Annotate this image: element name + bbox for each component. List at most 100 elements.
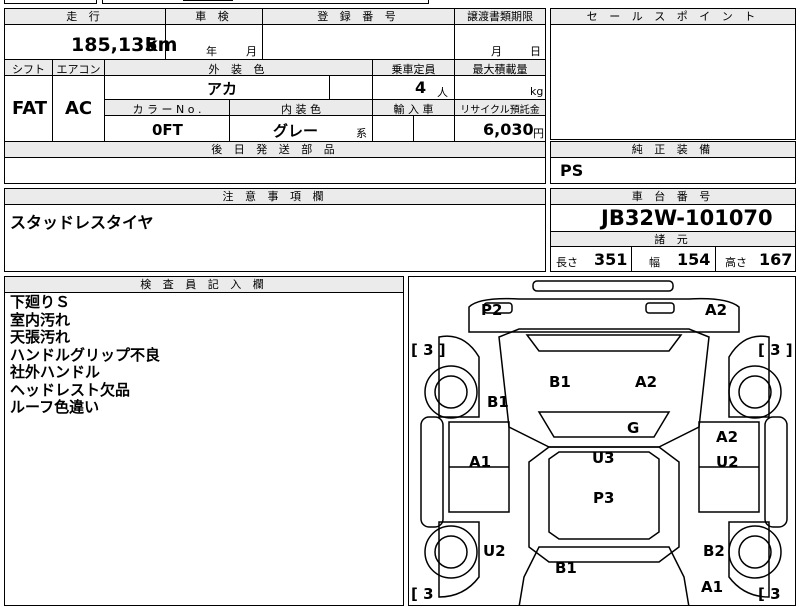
genuine-equipment-header: 純 正 装 備 xyxy=(551,142,795,158)
caution-text: スタッドレスタイヤ xyxy=(10,213,154,232)
ac-cell: AC xyxy=(53,76,105,142)
chassis-number-value: JB32W-101070 xyxy=(601,206,773,230)
top-strip-cell xyxy=(102,0,429,4)
max-load-cell: kg xyxy=(455,76,545,100)
inspector-note: 天張汚れ xyxy=(10,328,71,346)
front-light-right xyxy=(645,302,675,314)
damage-mark: A2 xyxy=(716,428,738,446)
spec-height-value: 167 xyxy=(759,250,793,269)
damage-mark: U2 xyxy=(483,542,506,560)
interior-color-suffix: 系 xyxy=(356,127,367,140)
transfer-month-unit: 月 xyxy=(491,45,502,58)
tire-tread-rear-right: [ 3 xyxy=(758,585,781,603)
inspector-notes-box: 検 査 員 記 入 欄 下廻りＳ 室内汚れ 天張汚れ ハンドルグリップ不良 社外… xyxy=(4,276,404,606)
inspector-note: ハンドルグリップ不良 xyxy=(10,345,161,364)
top-strip-cell xyxy=(4,0,97,4)
spec-width-cell: 幅 154 xyxy=(632,247,716,271)
tire-tread-front-left: [ 3 ] xyxy=(411,341,446,359)
damage-mark: G xyxy=(627,419,639,437)
interior-color-value: グレー xyxy=(273,122,319,140)
damage-mark: A2 xyxy=(635,373,657,391)
mileage-cell: 185,135 km xyxy=(5,25,177,60)
damage-mark: B2 xyxy=(703,542,725,560)
tire-rear-right-rim xyxy=(738,535,772,569)
tire-front-left-rim xyxy=(434,375,468,409)
left-side-strip xyxy=(420,416,444,528)
specs-header: 諸 元 xyxy=(551,231,795,247)
inspection-header: 車 検 xyxy=(166,9,263,25)
chassis-number-header: 車 台 番 号 xyxy=(551,189,795,205)
damage-mark: P3 xyxy=(593,489,614,507)
tire-front-left xyxy=(424,365,478,419)
tire-rear-left xyxy=(424,525,478,579)
max-load-header: 最大積載量 xyxy=(455,60,545,76)
import-cell-right xyxy=(414,116,455,142)
import-header: 輸 入 車 xyxy=(373,100,455,116)
inspector-note: 社外ハンドル xyxy=(10,363,101,381)
color-no-value: 0FT xyxy=(152,121,183,139)
tire-front-right-rim xyxy=(738,375,772,409)
spec-length-cell: 長さ 351 xyxy=(551,247,632,271)
registration-cell xyxy=(263,25,455,60)
damage-mark: B1 xyxy=(487,393,509,411)
tire-rear-right xyxy=(728,525,782,579)
interior-color-header: 内 装 色 xyxy=(230,100,373,116)
shift-cell: FAT xyxy=(5,76,53,142)
front-bumper-outline xyxy=(532,280,674,292)
transfer-deadline-header: 譲渡書類期限 xyxy=(455,9,545,25)
chassis-box: 車 台 番 号 JB32W-101070 諸 元 長さ 351 幅 154 高さ… xyxy=(550,188,796,272)
sales-point-box: セ ー ル ス ポ イ ン ト xyxy=(550,8,796,140)
inspector-note: ヘッドレスト欠品 xyxy=(10,380,131,399)
tire-rear-left-rim xyxy=(434,535,468,569)
max-load-unit: kg xyxy=(530,85,544,98)
caution-header: 注 意 事 項 欄 xyxy=(5,189,545,205)
shift-header: シフト xyxy=(5,60,53,76)
right-side-strip xyxy=(764,416,788,528)
inspector-notes-header: 検 査 員 記 入 欄 xyxy=(5,277,403,293)
exterior-color-header: 外 装 色 xyxy=(105,60,373,76)
registration-header: 登 録 番 号 xyxy=(263,9,455,25)
damage-mark: B1 xyxy=(555,559,577,577)
genuine-equipment-value: PS xyxy=(560,161,584,180)
damage-mark: B1 xyxy=(549,373,571,391)
capacity-header: 乗車定員 xyxy=(373,60,455,76)
transfer-day-unit: 日 xyxy=(530,45,541,58)
later-parts-header: 後 日 発 送 部 品 xyxy=(5,142,545,158)
hood-outline xyxy=(498,328,710,448)
damage-mark: A1 xyxy=(469,453,491,471)
recycle-value: 6,030 xyxy=(483,120,534,139)
capacity-value: 4 xyxy=(415,78,427,97)
ac-value: AC xyxy=(65,98,93,119)
spec-length-value: 351 xyxy=(594,250,628,269)
tire-front-right xyxy=(728,365,782,419)
spec-height-cell: 高さ 167 xyxy=(725,250,793,269)
recycle-unit: 円 xyxy=(533,127,544,140)
damage-mark: A1 xyxy=(701,578,723,596)
damage-mark: U2 xyxy=(716,453,739,471)
car-condition-diagram: [ 3 ] [ 3 ] [ 3 [ 3 P2 A2 B1 A2 B1 G A1 … xyxy=(408,276,796,606)
tire-tread-front-right: [ 3 ] xyxy=(758,341,793,359)
mileage-header: 走 行 xyxy=(5,9,166,25)
transfer-deadline-cell: 月 日 xyxy=(455,25,545,60)
color-no-cell: 0FT xyxy=(105,116,230,142)
inspection-month-unit: 月 xyxy=(246,45,257,58)
rear-body-outline xyxy=(518,546,690,605)
inspector-note: 室内汚れ xyxy=(10,310,71,329)
ac-header: エアコン xyxy=(53,60,105,76)
left-rear-arch xyxy=(438,521,480,598)
hood-inner-line xyxy=(537,411,671,438)
recycle-header: リサイクル預託金 xyxy=(455,100,545,116)
inspection-year-unit: 年 xyxy=(206,45,217,58)
capacity-cell: 4 人 xyxy=(373,76,455,100)
top-strip-remnant xyxy=(183,0,233,1)
capacity-unit: 人 xyxy=(437,86,448,99)
exterior-color-cell: アカ xyxy=(105,76,330,100)
recycle-cell: 6,030 円 xyxy=(455,116,545,142)
interior-color-cell: グレー 系 xyxy=(230,116,373,142)
tire-tread-rear-left: [ 3 xyxy=(411,585,434,603)
exterior-color-value: アカ xyxy=(207,80,238,98)
inspector-note: ルーフ色違い xyxy=(10,398,100,416)
caution-box: 注 意 事 項 欄 スタッドレスタイヤ xyxy=(4,188,546,272)
spec-width-value: 154 xyxy=(677,250,711,269)
damage-mark: A2 xyxy=(705,301,727,319)
